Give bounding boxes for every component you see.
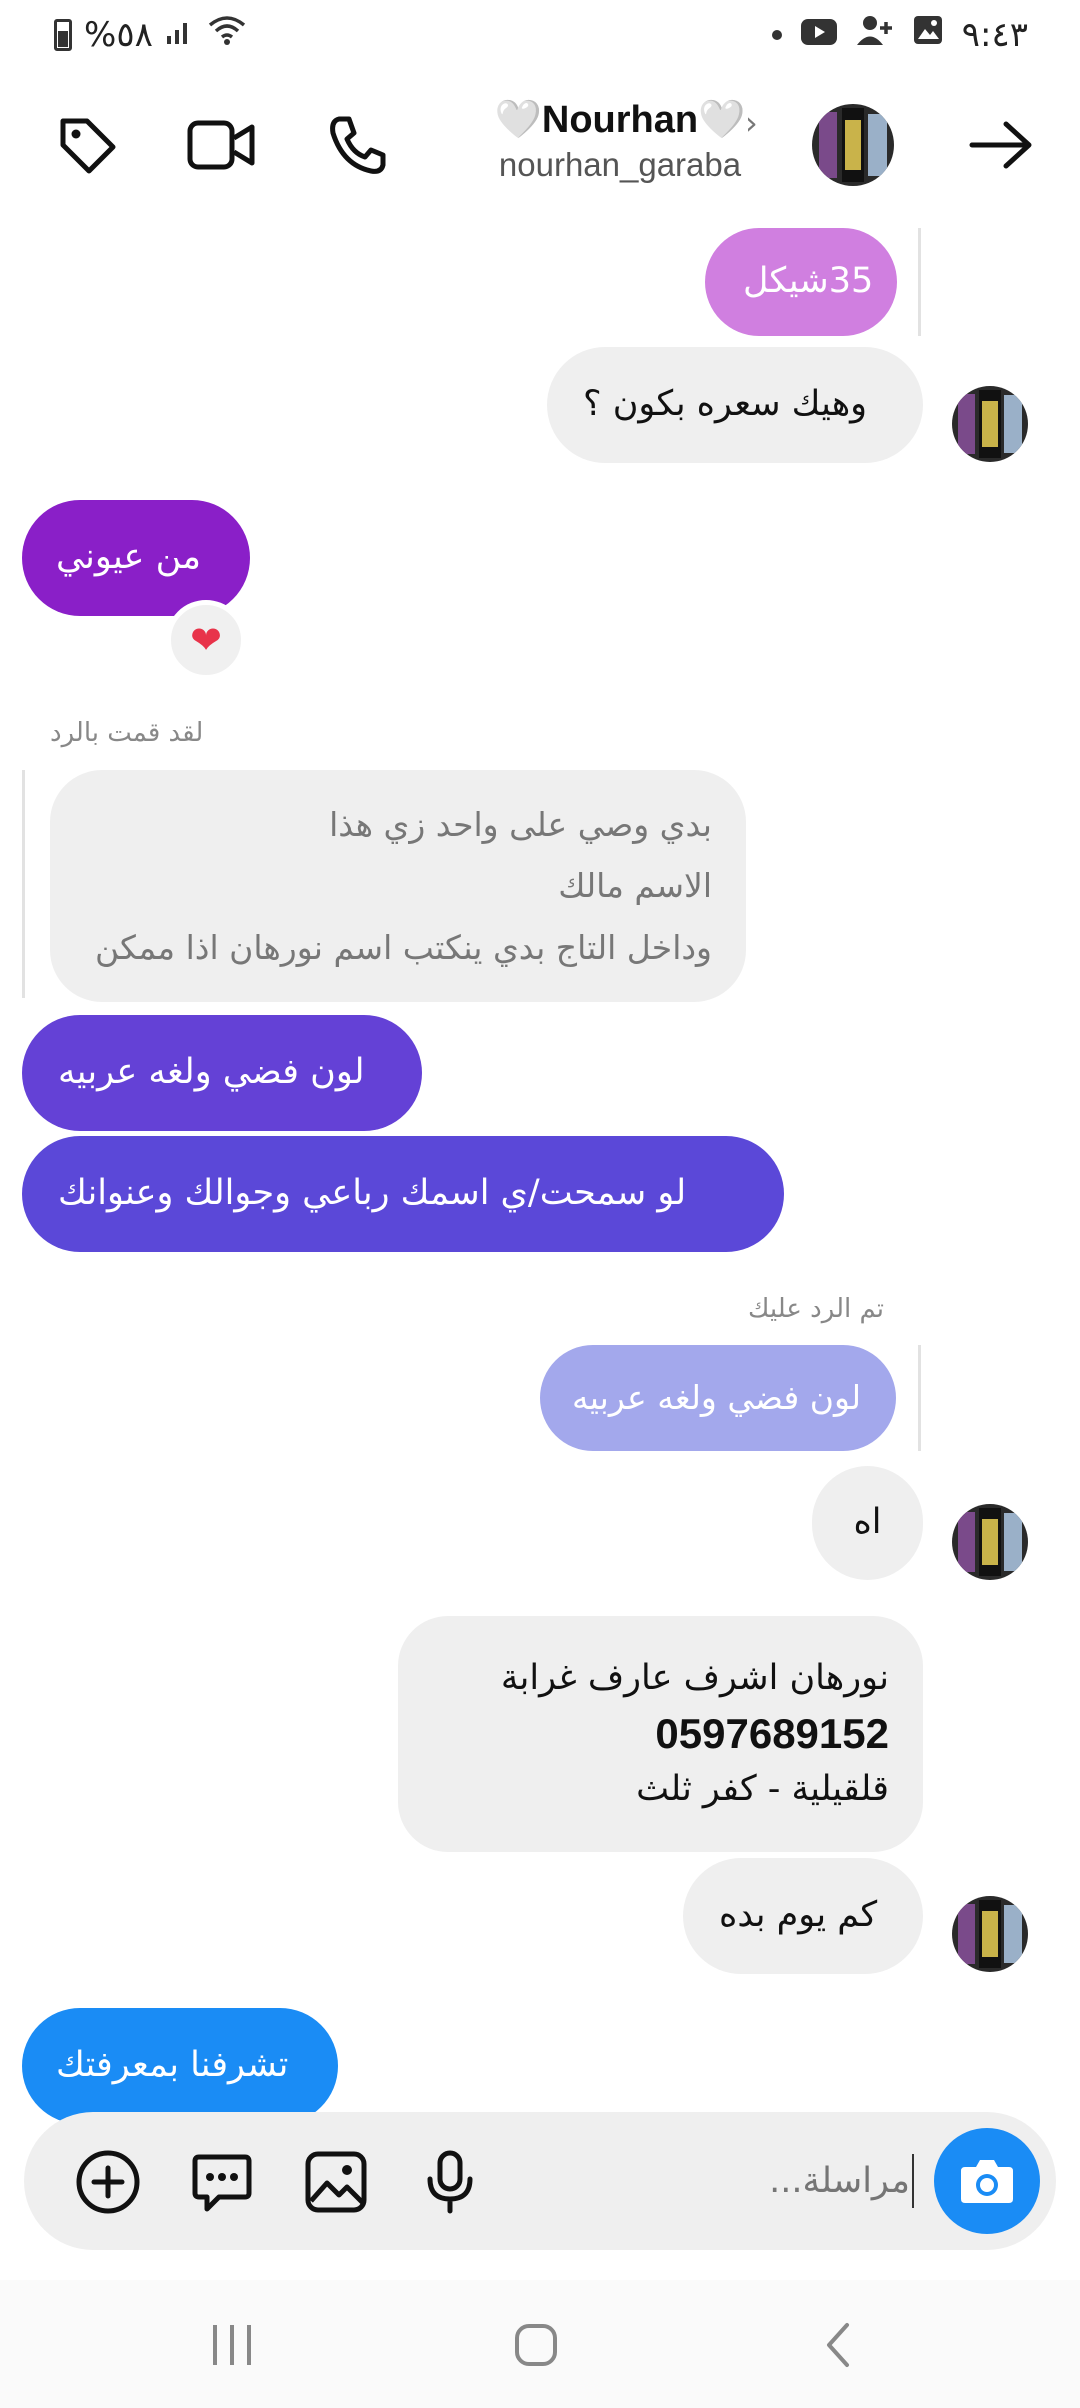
add-icon[interactable] — [74, 2148, 142, 2216]
camera-button[interactable] — [934, 2128, 1040, 2234]
sticker-chat-icon[interactable] — [188, 2148, 256, 2216]
reply-label: تم الرد عليك — [748, 1294, 885, 1324]
quoted-text: لون فضي ولغه عربيه — [572, 1377, 862, 1417]
reply-line — [918, 228, 921, 336]
message-bubble[interactable]: لو سمحت/ي اسمك رباعي وجوالك وعنوانك — [22, 1136, 784, 1252]
message-text: قلقيلية - كفر ثلث — [636, 1769, 889, 1810]
camera-icon — [961, 2160, 1013, 2203]
message-text: 35شيكل — [743, 261, 874, 302]
status-right: ٩:٤٣ — [771, 14, 1028, 55]
notification-dot-icon — [771, 29, 782, 40]
avatar[interactable] — [952, 1504, 1028, 1580]
message-text: اه — [853, 1502, 882, 1543]
phone-call-icon[interactable] — [322, 110, 392, 180]
gallery-notification-icon — [912, 14, 944, 55]
quoted-text: بدي وصي على واحد زي هذا — [329, 805, 712, 845]
message-text: كم يوم بده — [719, 1895, 878, 1936]
quoted-text: الاسم مالك — [558, 866, 712, 906]
message-bubble[interactable]: وهيك سعره بكون ؟ — [547, 347, 923, 463]
back-nav-icon[interactable] — [800, 2310, 880, 2380]
quoted-text: وداخل التاج بدي ينكتب اسم نورهان اذا ممك… — [95, 927, 712, 967]
youtube-icon — [800, 15, 838, 55]
message-text: لون فضي ولغه عربيه — [58, 1052, 365, 1093]
home-icon[interactable] — [496, 2310, 576, 2380]
phone-number: 0597689152 — [655, 1709, 889, 1757]
microphone-icon[interactable] — [416, 2148, 484, 2216]
reply-label: لقد قمت بالرد — [50, 718, 204, 748]
quoted-message[interactable]: لون فضي ولغه عربيه — [540, 1345, 896, 1451]
contact-username: nourhan_garaba — [498, 146, 742, 183]
message-bubble[interactable]: من عيوني — [22, 500, 250, 616]
chat-title[interactable]: 🤍Nourhan🤍 nourhan_garaba — [470, 98, 770, 184]
recent-apps-icon[interactable] — [192, 2310, 272, 2380]
battery-icon — [54, 18, 72, 51]
message-text: تشرفنا بمعرفتك — [56, 2045, 289, 2086]
message-text: وهيك سعره بكون ؟ — [583, 384, 868, 425]
avatar[interactable] — [812, 104, 894, 186]
contact-name: 🤍Nourhan🤍 — [494, 99, 746, 141]
message-input[interactable] — [490, 2152, 910, 2210]
text-caret — [912, 2154, 914, 2208]
video-call-icon[interactable] — [186, 110, 256, 180]
message-bubble[interactable]: لون فضي ولغه عربيه — [22, 1015, 422, 1131]
message-bubble[interactable]: اه — [812, 1466, 923, 1580]
avatar[interactable] — [952, 386, 1028, 462]
message-bubble[interactable]: تشرفنا بمعرفتك — [22, 2008, 338, 2124]
message-text: من عيوني — [56, 537, 201, 578]
message-bubble[interactable]: نورهان اشرف عارف غرابة 0597689152 قلقيلي… — [398, 1616, 923, 1852]
message-composer — [24, 2112, 1056, 2250]
add-contact-icon — [856, 14, 894, 55]
chevron-right-icon[interactable]: › — [745, 104, 758, 142]
status-left: %٥٨ — [54, 14, 247, 55]
status-bar: %٥٨ ٩:٤٣ — [0, 0, 1080, 72]
clock: ٩:٤٣ — [961, 14, 1028, 55]
message-text: لو سمحت/ي اسمك رباعي وجوالك وعنوانك — [58, 1173, 687, 1214]
battery-percent: %٥٨ — [84, 14, 153, 55]
avatar[interactable] — [952, 1896, 1028, 1972]
tag-icon[interactable] — [52, 110, 122, 180]
chat-header: 🤍Nourhan🤍 nourhan_garaba › — [0, 82, 1080, 212]
message-bubble[interactable]: 35شيكل — [705, 228, 897, 336]
gallery-icon[interactable] — [302, 2148, 370, 2216]
signal-icon — [165, 15, 195, 55]
quoted-message[interactable]: بدي وصي على واحد زي هذا الاسم مالك وداخل… — [50, 770, 746, 1002]
reply-line — [22, 770, 25, 998]
reaction-heart-icon[interactable]: ❤ — [166, 600, 246, 680]
message-bubble[interactable]: كم يوم بده — [683, 1858, 923, 1974]
reply-line — [918, 1345, 921, 1451]
wifi-icon — [207, 14, 247, 55]
system-nav-bar — [0, 2280, 1080, 2408]
back-arrow-icon[interactable] — [966, 110, 1036, 180]
message-text: نورهان اشرف عارف غرابة — [500, 1657, 889, 1698]
